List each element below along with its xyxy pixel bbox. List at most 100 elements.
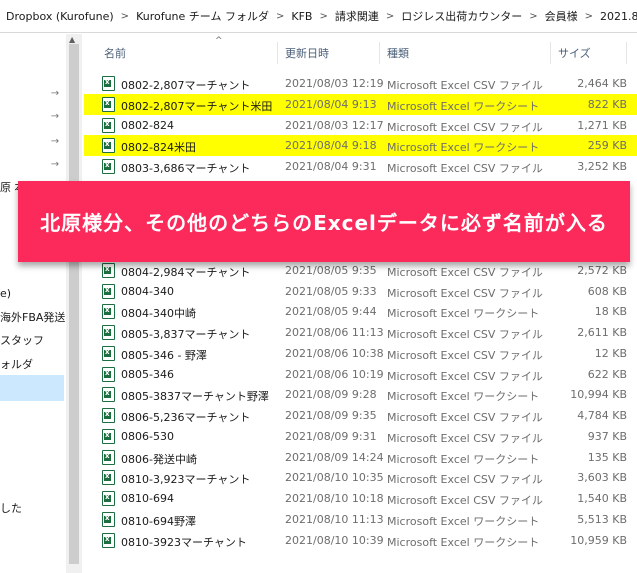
file-size: 5,513 KB [577, 512, 627, 526]
file-size: 3,252 KB [577, 160, 627, 173]
file-type: Microsoft Excel ワークシート [387, 452, 540, 466]
file-row[interactable]: 0810-3923マーチャント 2021/08/10 10:39Microsoft… [84, 530, 637, 551]
breadcrumb-item[interactable]: 請求関連 [335, 8, 379, 24]
nav-item[interactable]: → [0, 83, 66, 103]
file-size: 937 KB [587, 429, 627, 443]
file-date: 2021/08/10 10:35 [285, 471, 384, 485]
file-name: 0805-3837マーチャント野澤 [121, 390, 269, 404]
file-type: Microsoft Excel ワークシート [387, 390, 540, 404]
file-row[interactable]: 0802-2,807マーチャント 2021/08/03 12:19Microsof… [84, 73, 637, 94]
file-type: Microsoft Excel CSV ファイル [387, 120, 543, 134]
nav-item[interactable]: スタッフ [0, 330, 66, 350]
file-row[interactable]: 0806-発送中崎 2021/08/09 14:24Microsoft Excel… [84, 447, 637, 468]
nav-item[interactable]: した [0, 498, 66, 518]
chevron-right-icon[interactable]: > [276, 11, 284, 22]
file-size: 608 KB [587, 284, 627, 298]
file-row[interactable]: 0803-3,686マーチャント 2021/08/04 9:31 Microsoft… [84, 156, 637, 177]
excel-file-icon [102, 387, 115, 403]
file-row[interactable]: 0810-3,923マーチャント 2021/08/10 10:35Microsof… [84, 467, 637, 488]
nav-item[interactable]: → [0, 131, 66, 151]
file-date: 2021/08/06 10:38 [285, 346, 384, 360]
breadcrumb-item[interactable]: ロジレス出荷カウンター [401, 8, 522, 24]
file-row[interactable]: 0805-3837マーチャント野澤 2021/08/09 9:28 Microsof… [84, 384, 637, 405]
excel-file-icon [102, 532, 115, 548]
nav-item-label: ォルダ [0, 358, 33, 371]
nav-item[interactable]: ォルダ [0, 354, 66, 374]
file-row[interactable]: 0810-694 2021/08/10 10:18Microsoft Excel … [84, 488, 637, 509]
column-divider[interactable] [379, 42, 380, 64]
column-divider[interactable] [277, 42, 278, 64]
file-date: 2021/08/05 9:35 [285, 263, 377, 277]
file-name: 0806-530 [121, 429, 174, 443]
breadcrumb-item[interactable]: Dropbox (Kurofune) [6, 10, 114, 23]
file-date: 2021/08/09 14:24 [285, 450, 384, 464]
column-divider[interactable] [626, 42, 627, 64]
file-date: 2021/08/05 9:44 [285, 305, 377, 319]
nav-item[interactable]: → [0, 154, 66, 174]
file-name: 0806-5,236マーチャント [121, 411, 251, 424]
file-row[interactable]: 0802-824米田 2021/08/04 9:18 Microsoft Excel… [84, 135, 637, 156]
sort-ascending-icon: ^ [215, 36, 223, 46]
nav-item[interactable]: → [0, 106, 66, 126]
file-row[interactable]: 0804-340中崎 2021/08/05 9:44 Microsoft Excel… [84, 301, 637, 322]
nav-item[interactable]: e) [0, 283, 66, 303]
file-row[interactable]: 0805-3,837マーチャント 2021/08/06 11:13Microsof… [84, 322, 637, 343]
file-size: 622 KB [587, 367, 627, 381]
pin-icon: → [50, 87, 60, 99]
breadcrumb-item[interactable]: KFB [291, 10, 312, 23]
column-divider[interactable] [550, 42, 551, 64]
column-header-name[interactable]: 名前 [104, 45, 126, 61]
chevron-right-icon[interactable]: > [319, 11, 327, 22]
file-date: 2021/08/04 9:18 [285, 139, 377, 153]
file-row[interactable]: 0806-5,236マーチャント 2021/08/09 9:35 Microsoft… [84, 405, 637, 426]
file-type: Microsoft Excel CSV ファイル [387, 411, 543, 424]
nav-selected-item[interactable] [0, 375, 64, 401]
file-row[interactable]: 0804-340 2021/08/05 9:33 Microsoft Excel C… [84, 281, 637, 302]
file-size: 12 KB [594, 346, 627, 360]
breadcrumb-item[interactable]: 2021.8月 [600, 8, 637, 24]
file-type: Microsoft Excel ワークシート [387, 535, 540, 549]
scrollbar-thumb[interactable] [69, 44, 79, 564]
file-row[interactable]: 0805-346 - 野澤 2021/08/06 10:38Microsoft E… [84, 343, 637, 364]
file-size: 2,464 KB [577, 77, 627, 90]
excel-file-icon [102, 138, 115, 154]
column-header-type[interactable]: 種類 [387, 45, 409, 61]
breadcrumb-item[interactable]: Kurofune チーム フォルダ [136, 8, 269, 24]
file-row[interactable]: 0802-2,807マーチャント米田 2021/08/04 9:13 Microso… [84, 93, 637, 115]
file-row[interactable]: 0805-346 2021/08/06 10:19Microsoft Excel … [84, 364, 637, 385]
excel-file-icon [102, 159, 115, 174]
file-date: 2021/08/04 9:31 [285, 160, 377, 173]
chevron-right-icon[interactable]: > [386, 11, 394, 22]
file-size: 10,959 KB [570, 533, 627, 547]
file-row[interactable]: 0802-824 2021/08/03 12:17Microsoft Excel … [84, 115, 637, 136]
file-name: 0810-694野澤 [121, 514, 196, 528]
excel-file-icon [102, 428, 115, 444]
excel-file-icon [102, 408, 115, 423]
file-list: 0802-2,807マーチャント2021/08/03 12:19Microsof… [84, 73, 637, 550]
chevron-right-icon[interactable]: > [121, 11, 129, 22]
pin-icon: → [50, 110, 60, 122]
file-row[interactable]: 0806-530 2021/08/09 9:31 Microsoft Excel C… [84, 426, 637, 447]
excel-file-icon [102, 283, 115, 299]
column-header-date[interactable]: 更新日時 [285, 45, 329, 61]
file-name: 0804-340中崎 [121, 307, 196, 321]
chevron-right-icon[interactable]: > [529, 11, 537, 22]
vertical-scrollbar[interactable]: ▲ [66, 34, 82, 573]
nav-item-label: 海外FBA発送 [0, 311, 66, 324]
file-name: 0805-346 - 野澤 [121, 348, 207, 362]
excel-file-icon [102, 470, 115, 486]
chevron-right-icon[interactable]: > [585, 11, 593, 22]
nav-item[interactable]: 海外FBA発送 [0, 307, 66, 327]
breadcrumb-item[interactable]: 会員様 [545, 8, 578, 24]
excel-file-icon [102, 366, 115, 382]
excel-file-icon [102, 96, 115, 112]
column-header-size[interactable]: サイズ [558, 45, 591, 61]
file-row[interactable]: 0804-2,984マーチャント 2021/08/05 9:35 Microsoft… [84, 260, 637, 281]
file-type: Microsoft Excel CSV ファイル [387, 328, 543, 341]
file-type: Microsoft Excel CSV ファイル [387, 369, 543, 383]
file-size: 822 KB [587, 97, 627, 111]
file-type: Microsoft Excel CSV ファイル [387, 79, 543, 92]
scroll-up-arrow-icon[interactable]: ▲ [69, 35, 75, 44]
file-row[interactable]: 0810-694野澤 2021/08/10 11:13Microsoft Exce… [84, 509, 637, 530]
file-name: 0805-346 [121, 367, 174, 381]
